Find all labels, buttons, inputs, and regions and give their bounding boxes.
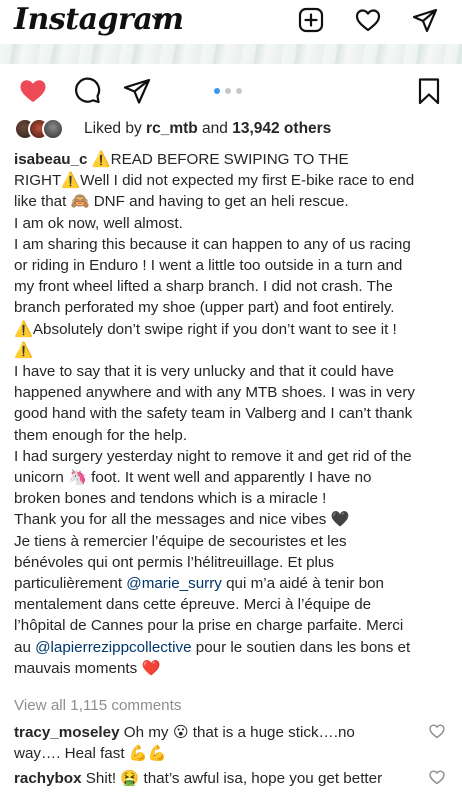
comment-item: rachybox Shit! 🤮 that’s awful isa, hope … <box>14 768 434 789</box>
carousel-dot <box>236 88 242 94</box>
share-icon[interactable] <box>122 76 152 106</box>
like-heart-icon[interactable] <box>18 76 48 106</box>
carousel-dot <box>214 88 220 94</box>
liked-by-text: Liked by rc_mtb and 13,942 others <box>84 120 332 137</box>
comment-text: Oh my 😮 that is a huge stick….no <box>119 724 355 741</box>
comment-like-icon[interactable] <box>428 768 446 786</box>
comment-like-icon[interactable] <box>428 722 446 740</box>
mention-link[interactable]: @marie_surry <box>126 575 222 592</box>
comment-text: way…. Heal fast 💪💪 <box>14 745 167 762</box>
post-caption: isabeau_c ⚠️READ BEFORE SWIPING TO THE R… <box>14 151 416 677</box>
heart-icon[interactable] <box>354 6 382 34</box>
new-post-icon[interactable] <box>297 6 325 34</box>
likes-count[interactable]: 13,942 others <box>232 120 331 137</box>
direct-message-icon[interactable] <box>411 6 439 34</box>
comment-username[interactable]: tracy_moseley <box>14 724 120 741</box>
carousel-indicator <box>214 88 242 94</box>
liked-by[interactable]: Liked by rc_mtb and 13,942 others <box>14 116 454 142</box>
comment-item: tracy_moseley Oh my 😮 that is a huge sti… <box>14 722 434 764</box>
post-actions <box>0 66 462 112</box>
comment-icon[interactable] <box>72 76 102 106</box>
view-all-comments-link[interactable]: View all 1,115 comments <box>14 697 181 714</box>
chevron-down-icon[interactable] <box>150 10 166 26</box>
comment-username[interactable]: rachybox <box>14 770 82 787</box>
mention-link[interactable]: @lapierrezippcollective <box>35 639 191 656</box>
carousel-dot <box>225 88 231 94</box>
avatar <box>42 118 64 140</box>
caption-username[interactable]: isabeau_c <box>14 151 87 168</box>
bookmark-icon[interactable] <box>414 76 444 106</box>
comment-text: Shit! 🤮 that’s awful isa, hope you get b… <box>81 770 383 787</box>
liker-avatars <box>14 118 78 140</box>
post-media[interactable] <box>0 44 462 64</box>
liker-username[interactable]: rc_mtb <box>146 120 198 137</box>
top-bar: Instagram <box>0 0 462 44</box>
